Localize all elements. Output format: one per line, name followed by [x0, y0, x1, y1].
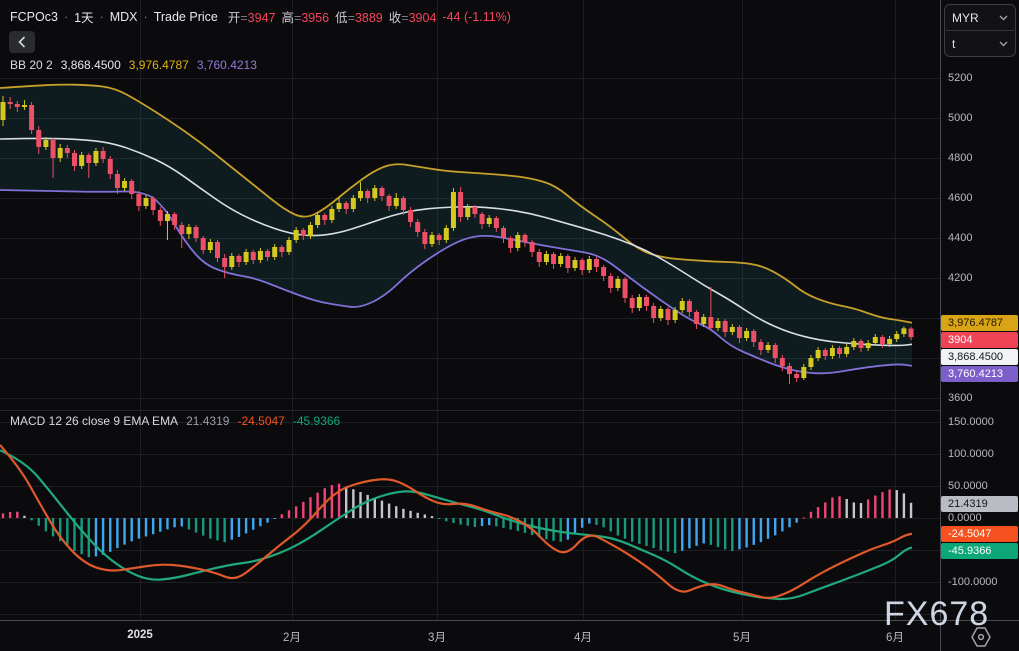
time-axis-tick: 2025	[127, 629, 153, 641]
macd-line-value: -24.5047	[237, 414, 285, 428]
chevron-left-icon	[18, 36, 26, 48]
price-axis-tick: 5000	[948, 111, 973, 124]
price-axis-tick: 4200	[948, 271, 973, 284]
ohlc-high: 高=3956	[281, 11, 330, 25]
currency-value: MYR	[952, 10, 979, 25]
bb-basis-tag: 3,868.4500	[941, 348, 1018, 365]
macd-indicator-legend[interactable]: MACD 12 26 close 9 EMA EMA 21.4319 -24.5…	[10, 414, 340, 428]
unit-dropdown[interactable]: t	[945, 31, 1015, 56]
macd-signal-tag: -45.9366	[941, 542, 1018, 559]
trading-chart-app: { "header": { "symbol": "FCPOc3", "separ…	[0, 0, 1019, 651]
bb-upper-value: 3,976.4787	[128, 58, 189, 72]
scale-settings-box: MYR t	[944, 4, 1016, 57]
back-button[interactable]	[9, 31, 35, 53]
chevron-down-icon	[999, 15, 1008, 20]
price-axis-tick: 4800	[948, 151, 973, 164]
exchange-label: MDX	[109, 9, 138, 24]
bb-lower-value: 3,760.4213	[196, 58, 257, 72]
macd-axis-tick: 50.0000	[948, 479, 988, 492]
ohlc-close: 收=3904	[388, 11, 437, 25]
price-axis-tick: 4600	[948, 191, 973, 204]
separator-dot: ·	[99, 9, 104, 24]
bb-indicator-legend[interactable]: BB 20 2 3,868.4500 3,976.4787 3,760.4213	[10, 58, 257, 72]
macd-axis-tick: 100.0000	[948, 447, 994, 460]
time-axis-tick: 2月	[283, 632, 301, 644]
price-axis-tick: 4400	[948, 231, 973, 244]
unit-value: t	[952, 36, 956, 51]
time-axis-tick: 4月	[574, 632, 592, 644]
macd-axis-tick: 150.0000	[948, 415, 994, 428]
price-axis-tick: 3600	[948, 391, 973, 404]
bb-basis-value: 3,868.4500	[60, 58, 121, 72]
separator-dot: ·	[143, 9, 148, 24]
macd-axis-tick: -100.0000	[948, 575, 998, 588]
symbol-name[interactable]: FCPOc3	[10, 10, 58, 24]
ohlc-low: 低=3889	[335, 11, 383, 25]
price-axis-tick: 5200	[948, 71, 973, 84]
ohlc-open: 开=3947	[227, 11, 276, 25]
price-type-label: Trade Price	[153, 9, 218, 24]
macd-label: MACD 12 26 close 9 EMA EMA	[10, 414, 179, 428]
chevron-down-icon	[999, 41, 1008, 46]
separator-dot: ·	[63, 9, 69, 24]
macd-line-tag: -24.5047	[941, 525, 1018, 542]
bb-label: BB 20 2	[10, 58, 53, 72]
macd-histogram	[1, 483, 913, 558]
time-axis-tick: 5月	[733, 632, 751, 644]
hexagon-logo-icon[interactable]	[969, 626, 993, 651]
currency-dropdown[interactable]: MYR	[945, 5, 1015, 30]
time-axis-tick: 3月	[428, 632, 446, 644]
bollinger-fill	[0, 84, 912, 374]
macd-axis-tick: 0.0000	[948, 511, 982, 524]
chart-canvas[interactable]	[0, 0, 1019, 651]
bb-lower-tag: 3,760.4213	[941, 365, 1018, 382]
macd-signal-value: -45.9366	[292, 414, 341, 428]
bb-upper-tag: 3,976.4787	[941, 314, 1018, 331]
macd-hist-value: 21.4319	[186, 414, 230, 428]
interval-label[interactable]: 1天	[74, 7, 93, 26]
change-value: -44 (-1.11%)	[442, 9, 511, 24]
last-price-tag: 3904	[941, 331, 1018, 348]
macd-hist-tag: 21.4319	[941, 496, 1018, 513]
chart-legend-main: FCPOc3 · 1天 · MDX · Trade Price 开=3947 高…	[10, 7, 511, 26]
